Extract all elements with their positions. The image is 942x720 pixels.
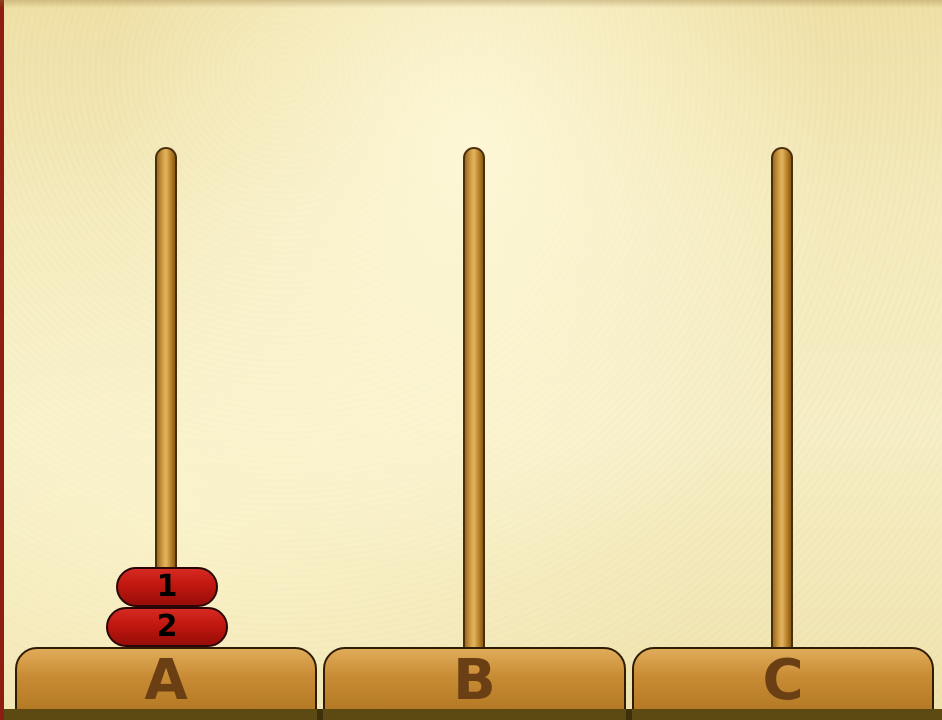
peg-c[interactable] (771, 147, 793, 659)
floor-divider (626, 709, 632, 720)
left-border (0, 0, 4, 720)
disk-1[interactable]: 1 (116, 567, 218, 607)
base-a[interactable]: A (15, 647, 317, 711)
base-a-label: A (144, 648, 188, 713)
disk-2[interactable]: 2 (106, 607, 228, 647)
top-shadow (0, 0, 942, 8)
floor-divider (317, 709, 323, 720)
disk-2-label: 2 (156, 609, 178, 644)
base-b-label: B (453, 648, 496, 713)
floor-strip (4, 709, 942, 720)
base-c-label: C (762, 648, 804, 713)
disk-1-label: 1 (156, 569, 178, 604)
base-b[interactable]: B (323, 647, 626, 711)
base-c[interactable]: C (632, 647, 934, 711)
peg-b[interactable] (463, 147, 485, 659)
